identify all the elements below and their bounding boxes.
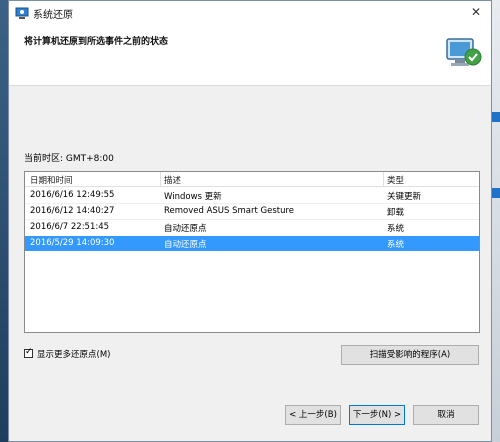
cell-type: 关键更新 xyxy=(387,192,422,202)
cell-date: 2016/6/7 22:51:45 xyxy=(30,222,110,232)
table-row[interactable]: 2016/6/7 22:51:45 自动还原点 系统 xyxy=(25,220,479,235)
cell-description: 自动还原点 xyxy=(164,240,207,250)
show-more-label: 显示更多还原点(M) xyxy=(37,350,111,360)
next-button[interactable]: 下一步(N) > xyxy=(349,405,405,425)
header-panel: 将计算机还原到所选事件之前的状态 xyxy=(9,25,491,86)
column-header-description[interactable]: 描述 xyxy=(164,174,181,186)
cell-date: 2016/5/29 14:09:30 xyxy=(30,238,115,248)
cell-date: 2016/6/12 14:40:27 xyxy=(30,206,115,216)
cell-type: 系统 xyxy=(387,224,405,234)
timezone-label: 当前时区: GMT+8:00 xyxy=(24,154,114,164)
scan-affected-programs-button[interactable]: 扫描受影响的程序(A) xyxy=(341,345,479,365)
system-restore-window: 系统还原 ✕ 将计算机还原到所选事件之前的状态 当前时区: GMT+8:00 日… xyxy=(8,0,492,442)
cell-description: Windows 更新 xyxy=(164,192,222,202)
column-header-type[interactable]: 类型 xyxy=(387,174,404,186)
cell-description: 自动还原点 xyxy=(164,224,207,234)
cell-description: Removed ASUS Smart Gesture xyxy=(164,206,295,216)
table-row-selected[interactable]: 2016/5/29 14:09:30 自动还原点 系统 xyxy=(25,236,479,251)
page-title: 将计算机还原到所选事件之前的状态 xyxy=(24,37,169,47)
cell-type: 系统 xyxy=(387,240,405,250)
table-header: 日期和时间 描述 类型 xyxy=(25,172,479,187)
show-more-checkbox[interactable] xyxy=(24,347,33,358)
back-button[interactable]: < 上一步(B) xyxy=(285,405,341,425)
title-bar: 系统还原 ✕ xyxy=(9,1,491,25)
close-icon[interactable]: ✕ xyxy=(469,5,483,19)
cell-date: 2016/6/16 12:49:55 xyxy=(30,190,115,200)
table-row[interactable]: 2016/6/16 12:49:55 Windows 更新 关键更新 xyxy=(25,188,479,203)
column-header-date[interactable]: 日期和时间 xyxy=(30,174,73,186)
table-row[interactable]: 2016/6/12 14:40:27 Removed ASUS Smart Ge… xyxy=(25,204,479,219)
restore-points-table: 日期和时间 描述 类型 2016/6/16 12:49:55 Windows 更… xyxy=(24,171,480,333)
cancel-button[interactable]: 取消 xyxy=(413,405,479,425)
restore-computer-icon xyxy=(446,38,482,66)
cell-type: 卸载 xyxy=(387,208,405,218)
system-restore-icon xyxy=(15,7,29,19)
window-title: 系统还原 xyxy=(33,10,73,21)
